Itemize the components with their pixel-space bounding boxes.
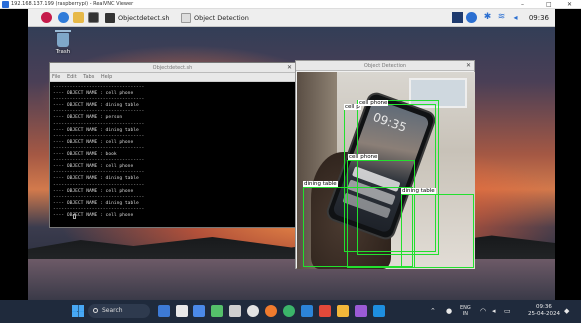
terminal-menubar: File Edit Tabs Help (50, 73, 295, 82)
battery-icon[interactable]: ▭ (504, 308, 511, 315)
label-dining-table: dining table (303, 181, 338, 187)
detection-titlebar[interactable]: Object Detection ✕ (296, 61, 474, 71)
terminal-titlebar[interactable]: Objectdetect.sh ✕ (50, 63, 295, 73)
terminal-icon (105, 13, 115, 23)
vnc-viewer-icon[interactable] (373, 305, 385, 317)
bbox-dining-table (303, 187, 413, 267)
vnc-close-button[interactable]: ✕ (567, 0, 572, 9)
tray-overflow-icon[interactable]: ⌃ (430, 308, 436, 315)
terminal-title: Objectdetect.sh (152, 65, 193, 71)
terminal-close-icon[interactable]: ✕ (287, 63, 292, 73)
search-label: Search (102, 307, 123, 314)
label-dining-table: dining table (401, 188, 436, 194)
menu-tabs[interactable]: Tabs (83, 74, 94, 80)
detection-title: Object Detection (363, 63, 407, 69)
clock-time: 09:36 (536, 304, 552, 310)
lang-bottom: IN (462, 311, 468, 317)
raspberry-menu-icon[interactable] (41, 12, 52, 23)
clock-date: 25-04-2024 (528, 311, 560, 317)
language-indicator[interactable]: ENG IN (460, 305, 471, 317)
windows-clock[interactable]: 09:36 25-04-2024 (528, 304, 560, 318)
folder-icon[interactable] (337, 305, 349, 317)
store-icon[interactable] (355, 305, 367, 317)
app-icon[interactable] (229, 305, 241, 317)
camera-feed: 09:35 cell p cell phone cell phone dinin… (297, 72, 475, 269)
trash-icon (55, 30, 71, 47)
task-label: Objectdetect.sh (118, 14, 170, 22)
browser-icon[interactable] (58, 12, 69, 23)
wallpaper-mountains (28, 235, 555, 261)
settings-gear-icon[interactable] (247, 305, 259, 317)
search-icon (93, 308, 98, 313)
chrome-icon[interactable] (283, 305, 295, 317)
update-icon[interactable] (466, 12, 477, 23)
menu-help[interactable]: Help (101, 74, 112, 80)
wifi-icon[interactable]: ≋ (496, 12, 507, 23)
vnc-app-icon (2, 1, 9, 8)
terminal-cursor (73, 214, 76, 219)
terminal-window: Objectdetect.sh ✕ File Edit Tabs Help --… (49, 62, 296, 228)
rpi-clock: 09:36 (528, 14, 549, 22)
menu-file[interactable]: File (52, 74, 60, 80)
vnc-tray-icon[interactable] (452, 12, 463, 23)
remote-desktop: Objectdetect.sh Object Detection ✱ ≋ ◂ 0… (28, 9, 555, 300)
object-detection-window: Object Detection ✕ 09:35 cell p cell pho… (295, 60, 475, 269)
menu-edit[interactable]: Edit (67, 74, 77, 80)
bluetooth-icon[interactable]: ✱ (482, 12, 493, 23)
wallpaper-water (28, 259, 555, 300)
edge-icon[interactable] (193, 305, 205, 317)
terminal-line: ---- OBJECT NAME : cell phone (53, 212, 134, 218)
file-manager-icon[interactable] (73, 12, 84, 23)
trash-label: Trash (55, 49, 71, 55)
label-cell-phone: cell phone (348, 154, 379, 160)
task-object-detection[interactable]: Object Detection (180, 11, 270, 25)
vnc-minimize-button[interactable]: – (521, 0, 524, 9)
windows-taskbar: Search ⌃ ● ENG IN ◠ ◂ ▭ 09:36 25-04-2024… (0, 300, 581, 323)
windows-logo-icon (72, 305, 84, 317)
rpi-taskbar: Objectdetect.sh Object Detection ✱ ≋ ◂ 0… (28, 9, 555, 27)
terminal-launcher-icon[interactable] (88, 12, 99, 23)
task-objectdetect-sh[interactable]: Objectdetect.sh (104, 11, 180, 25)
speaker-icon[interactable]: ◂ (492, 308, 496, 315)
bbox-dining-table (401, 194, 474, 268)
volume-icon[interactable]: ◂ (510, 12, 521, 23)
brave-icon[interactable] (265, 305, 277, 317)
detection-close-icon[interactable]: ✕ (466, 61, 471, 71)
task-view-icon[interactable] (176, 305, 188, 317)
wifi-icon[interactable]: ◠ (480, 308, 486, 315)
window-icon (181, 13, 191, 23)
label-cell-phone: cell phone (358, 100, 389, 106)
media-icon[interactable] (319, 305, 331, 317)
tray-app-icon[interactable]: ● (446, 308, 452, 315)
vnc-titlebar: 192.168.137.199 (raspberrypi) - RealVNC … (0, 0, 581, 9)
notification-icon[interactable]: ◆ (564, 308, 569, 315)
chat-icon[interactable] (211, 305, 223, 317)
search-box[interactable]: Search (88, 304, 150, 318)
vnc-window-title: 192.168.137.199 (raspberrypi) - RealVNC … (11, 1, 134, 7)
vnc-maximize-button[interactable]: □ (546, 0, 552, 9)
terminal-output[interactable]: --------------------------------- ---- O… (50, 82, 295, 219)
trash-desktop-item[interactable]: Trash (50, 30, 76, 55)
start-button[interactable] (72, 305, 84, 317)
task-label: Object Detection (194, 14, 249, 22)
vscode-icon[interactable] (301, 305, 313, 317)
widgets-icon[interactable] (158, 305, 170, 317)
